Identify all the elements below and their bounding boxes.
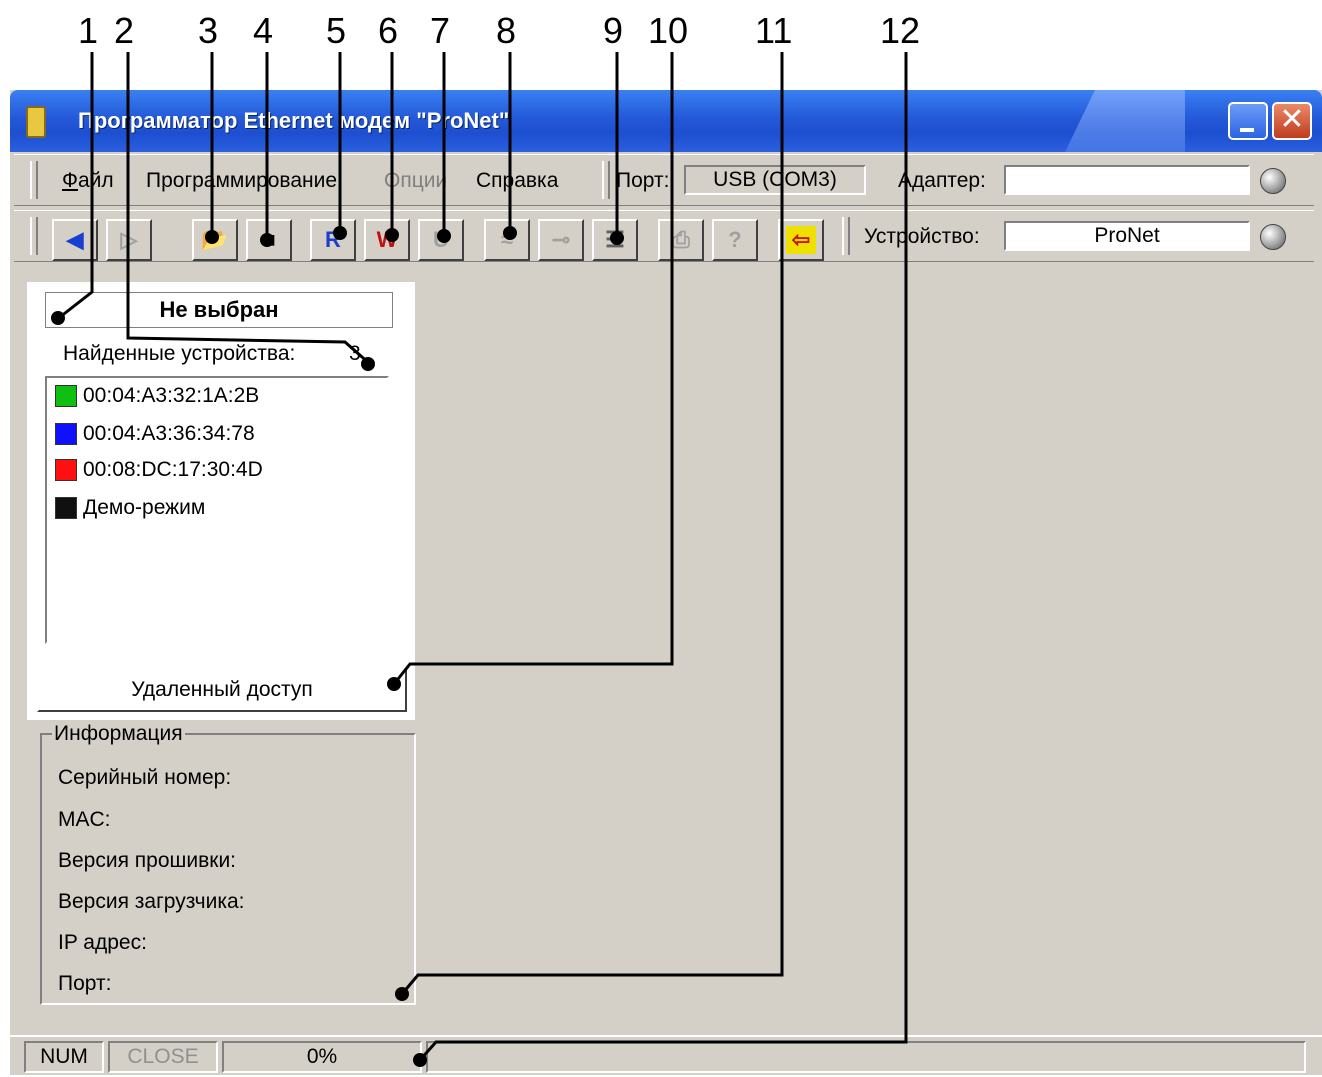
read-chip-icon: R — [325, 227, 341, 252]
device-field[interactable]: ProNet — [1004, 221, 1250, 251]
menu-programming[interactable]: Программирование — [146, 169, 337, 193]
status-close: CLOSE — [108, 1041, 218, 1073]
erase-icon: ≈ — [500, 227, 514, 252]
chip-button[interactable]: U — [418, 219, 464, 261]
device-status-lamp — [1260, 224, 1286, 250]
adapter-status-lamp — [1260, 168, 1286, 194]
back-icon: ◀ — [66, 227, 84, 252]
help-icon: ? — [728, 227, 742, 252]
callout-10: 10 — [648, 10, 689, 51]
toolbar: ◀ ▷ 📂 ■ R W U ≈ ⊸ ☰ ⎙ ? ⇦ Устройство: Pr… — [14, 210, 1314, 262]
callout-6: 6 — [378, 10, 399, 51]
device-label: Устройство: — [864, 225, 980, 248]
status-swatch — [55, 497, 77, 520]
device-mac: 00:04:A3:36:34:78 — [83, 422, 255, 445]
info-mac: MAC: — [58, 808, 111, 831]
info-firmware: Версия прошивки: — [58, 849, 237, 872]
selected-device: Не выбран — [45, 292, 393, 328]
list-item[interactable]: 00:04:A3:32:1A:2B — [55, 384, 259, 414]
status-swatch — [55, 423, 77, 446]
logo-icon — [1065, 90, 1185, 152]
device-mac: 00:04:A3:32:1A:2B — [83, 384, 260, 407]
forward-button[interactable]: ▷ — [106, 219, 152, 261]
status-progress: 0% — [222, 1041, 422, 1073]
found-devices-label: Найденные устройства: — [63, 342, 296, 365]
back-button[interactable]: ◀ — [52, 219, 98, 261]
exit-icon: ⇦ — [786, 226, 816, 254]
list-item[interactable]: 00:04:A3:36:34:78 — [55, 422, 255, 452]
callout-1: 1 — [78, 10, 99, 51]
minimize-button[interactable] — [1228, 102, 1268, 140]
info-bootloader: Версия загрузчика: — [58, 890, 245, 913]
chip-icon: U — [433, 227, 449, 252]
callout-7: 7 — [430, 10, 451, 51]
title-bar[interactable]: Программатор Ethernet модем "ProNet" ✕ — [10, 90, 1322, 152]
found-devices-count: 3 — [349, 342, 361, 365]
status-swatch — [55, 385, 77, 408]
callout-4: 4 — [253, 10, 274, 51]
floppy-icon: ■ — [262, 227, 276, 252]
help-button[interactable]: ? — [712, 219, 758, 261]
callout-12: 12 — [880, 10, 921, 51]
callout-8: 8 — [496, 10, 517, 51]
key-icon: ⊸ — [551, 227, 571, 252]
list-item[interactable]: 00:08:DC:17:30:4D — [55, 458, 263, 488]
callout-5: 5 — [326, 10, 347, 51]
write-chip-icon: W — [376, 227, 398, 252]
status-message — [426, 1041, 1306, 1073]
port-label: Порт: — [616, 169, 670, 192]
callout-2: 2 — [114, 10, 135, 51]
port-grip[interactable] — [602, 161, 610, 199]
menu-bar: Файл Программирование Опции Справка Порт… — [14, 154, 1314, 206]
menu-options[interactable]: Опции — [384, 169, 447, 193]
printer-icon: ⎙ — [672, 227, 690, 252]
callout-3: 3 — [198, 10, 219, 51]
print-button[interactable]: ⎙ — [658, 219, 704, 261]
status-bar: NUM CLOSE 0% — [10, 1035, 1322, 1077]
app-icon — [26, 106, 46, 138]
device-demo: Демо-режим — [83, 496, 206, 519]
folder-icon: 📂 — [201, 227, 229, 252]
device-grip[interactable] — [842, 217, 850, 255]
info-ip: IP адрес: — [58, 931, 147, 954]
adapter-field[interactable] — [1004, 165, 1250, 195]
menu-grip[interactable] — [30, 161, 38, 199]
status-swatch — [55, 459, 77, 482]
list-icon: ☰ — [605, 227, 625, 252]
read-button[interactable]: R — [310, 219, 356, 261]
callout-9: 9 — [603, 10, 624, 51]
close-button[interactable]: ✕ — [1272, 102, 1312, 140]
remote-access-button[interactable]: Удаленный доступ — [37, 668, 407, 712]
menu-file[interactable]: Файл — [62, 169, 114, 193]
callout-11: 11 — [755, 10, 793, 51]
adapter-label: Адаптер: — [898, 169, 986, 192]
list-item[interactable]: Демо-режим — [55, 496, 205, 526]
info-title: Информация — [52, 722, 185, 746]
list-button[interactable]: ☰ — [592, 219, 638, 261]
device-panel: Не выбран Найденные устройства: 3 00:04:… — [27, 282, 415, 662]
exit-button[interactable]: ⇦ — [778, 219, 824, 261]
status-num: NUM — [24, 1041, 104, 1073]
device-mac: 00:08:DC:17:30:4D — [83, 458, 263, 481]
info-serial: Серийный номер: — [58, 766, 232, 789]
save-button[interactable]: ■ — [246, 219, 292, 261]
erase-button[interactable]: ≈ — [484, 219, 530, 261]
menu-file-rest: айл — [77, 169, 114, 192]
port-field[interactable]: USB (COM3) — [684, 165, 866, 195]
window-title: Программатор Ethernet модем "ProNet" — [78, 108, 510, 133]
write-button[interactable]: W — [364, 219, 410, 261]
menu-help[interactable]: Справка — [476, 169, 558, 193]
device-list[interactable]: 00:04:A3:32:1A:2B 00:04:A3:36:34:78 00:0… — [45, 376, 389, 644]
toolbar-grip[interactable] — [30, 217, 38, 255]
key-button[interactable]: ⊸ — [538, 219, 584, 261]
forward-icon: ▷ — [120, 227, 138, 252]
info-port: Порт: — [58, 972, 112, 995]
open-button[interactable]: 📂 — [192, 219, 238, 261]
